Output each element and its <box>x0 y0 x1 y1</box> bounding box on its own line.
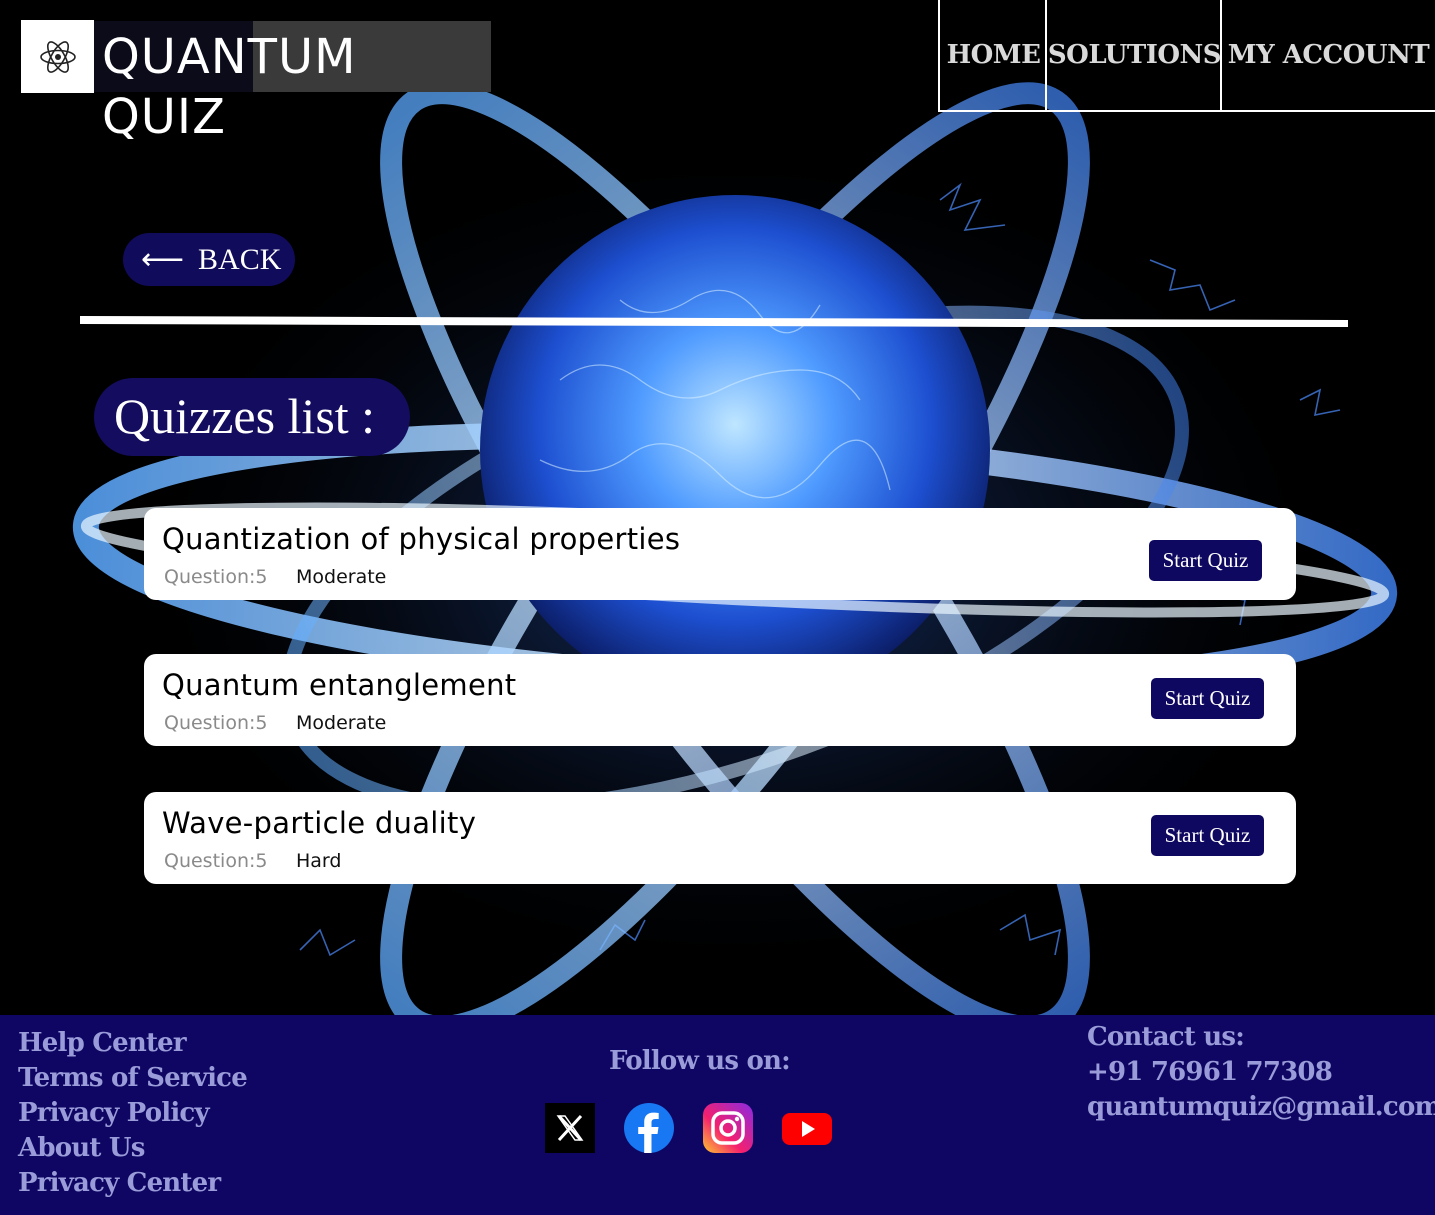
quiz-card: Quantization of physical properties Ques… <box>144 508 1296 600</box>
start-quiz-button[interactable]: Start Quiz <box>1151 678 1264 719</box>
start-quiz-button[interactable]: Start Quiz <box>1149 540 1262 581</box>
quiz-question-count: Question:5 <box>164 566 268 588</box>
quiz-question-count: Question:5 <box>164 712 268 734</box>
nav-solutions[interactable]: SOLUTIONS <box>1045 0 1222 112</box>
quiz-difficulty: Moderate <box>296 712 387 734</box>
x-icon[interactable] <box>545 1103 595 1153</box>
nav-home[interactable]: HOME <box>938 0 1047 112</box>
nav-solutions-label: SOLUTIONS <box>1047 40 1222 70</box>
logo[interactable] <box>21 20 94 93</box>
footer-link-terms[interactable]: Terms of Service <box>18 1063 248 1093</box>
footer-link-privacy-center[interactable]: Privacy Center <box>18 1168 221 1198</box>
start-quiz-button[interactable]: Start Quiz <box>1151 815 1264 856</box>
quiz-name: Quantum entanglement <box>162 668 517 702</box>
facebook-icon[interactable] <box>624 1103 674 1153</box>
contact-email[interactable]: quantumquiz@gmail.com <box>1087 1092 1435 1122</box>
footer-link-help-center[interactable]: Help Center <box>18 1028 187 1058</box>
quiz-difficulty: Moderate <box>296 566 387 588</box>
nav-home-label: HOME <box>946 40 1041 70</box>
atom-icon <box>39 40 76 73</box>
quiz-question-count: Question:5 <box>164 850 268 872</box>
follow-us-label: Follow us on: <box>609 1046 791 1076</box>
back-button[interactable]: ⟵ BACK <box>123 233 295 286</box>
quizzes-list-title: Quizzes list : <box>94 378 410 456</box>
instagram-icon[interactable] <box>703 1103 753 1153</box>
nav-my-account[interactable]: MY ACCOUNT <box>1220 0 1435 112</box>
quiz-name: Quantization of physical properties <box>162 522 681 556</box>
quiz-difficulty: Hard <box>296 850 342 872</box>
youtube-icon[interactable] <box>782 1103 832 1153</box>
arrow-left-icon: ⟵ <box>141 241 185 277</box>
app-title: QUANTUM QUIZ <box>102 29 357 145</box>
contact-phone: +91 76961 77308 <box>1087 1057 1333 1087</box>
divider <box>80 316 1348 327</box>
quiz-card: Quantum entanglement Question:5 Moderate… <box>144 654 1296 746</box>
quiz-card: Wave-particle duality Question:5 Hard St… <box>144 792 1296 884</box>
quiz-name: Wave-particle duality <box>162 806 477 840</box>
back-label: BACK <box>198 242 282 276</box>
footer-link-privacy-policy[interactable]: Privacy Policy <box>18 1098 210 1128</box>
footer-link-about-us[interactable]: About Us <box>18 1133 145 1163</box>
app-title-box: QUANTUM QUIZ <box>94 21 491 145</box>
nav-my-account-label: MY ACCOUNT <box>1227 40 1430 70</box>
contact-title: Contact us: <box>1087 1022 1245 1052</box>
